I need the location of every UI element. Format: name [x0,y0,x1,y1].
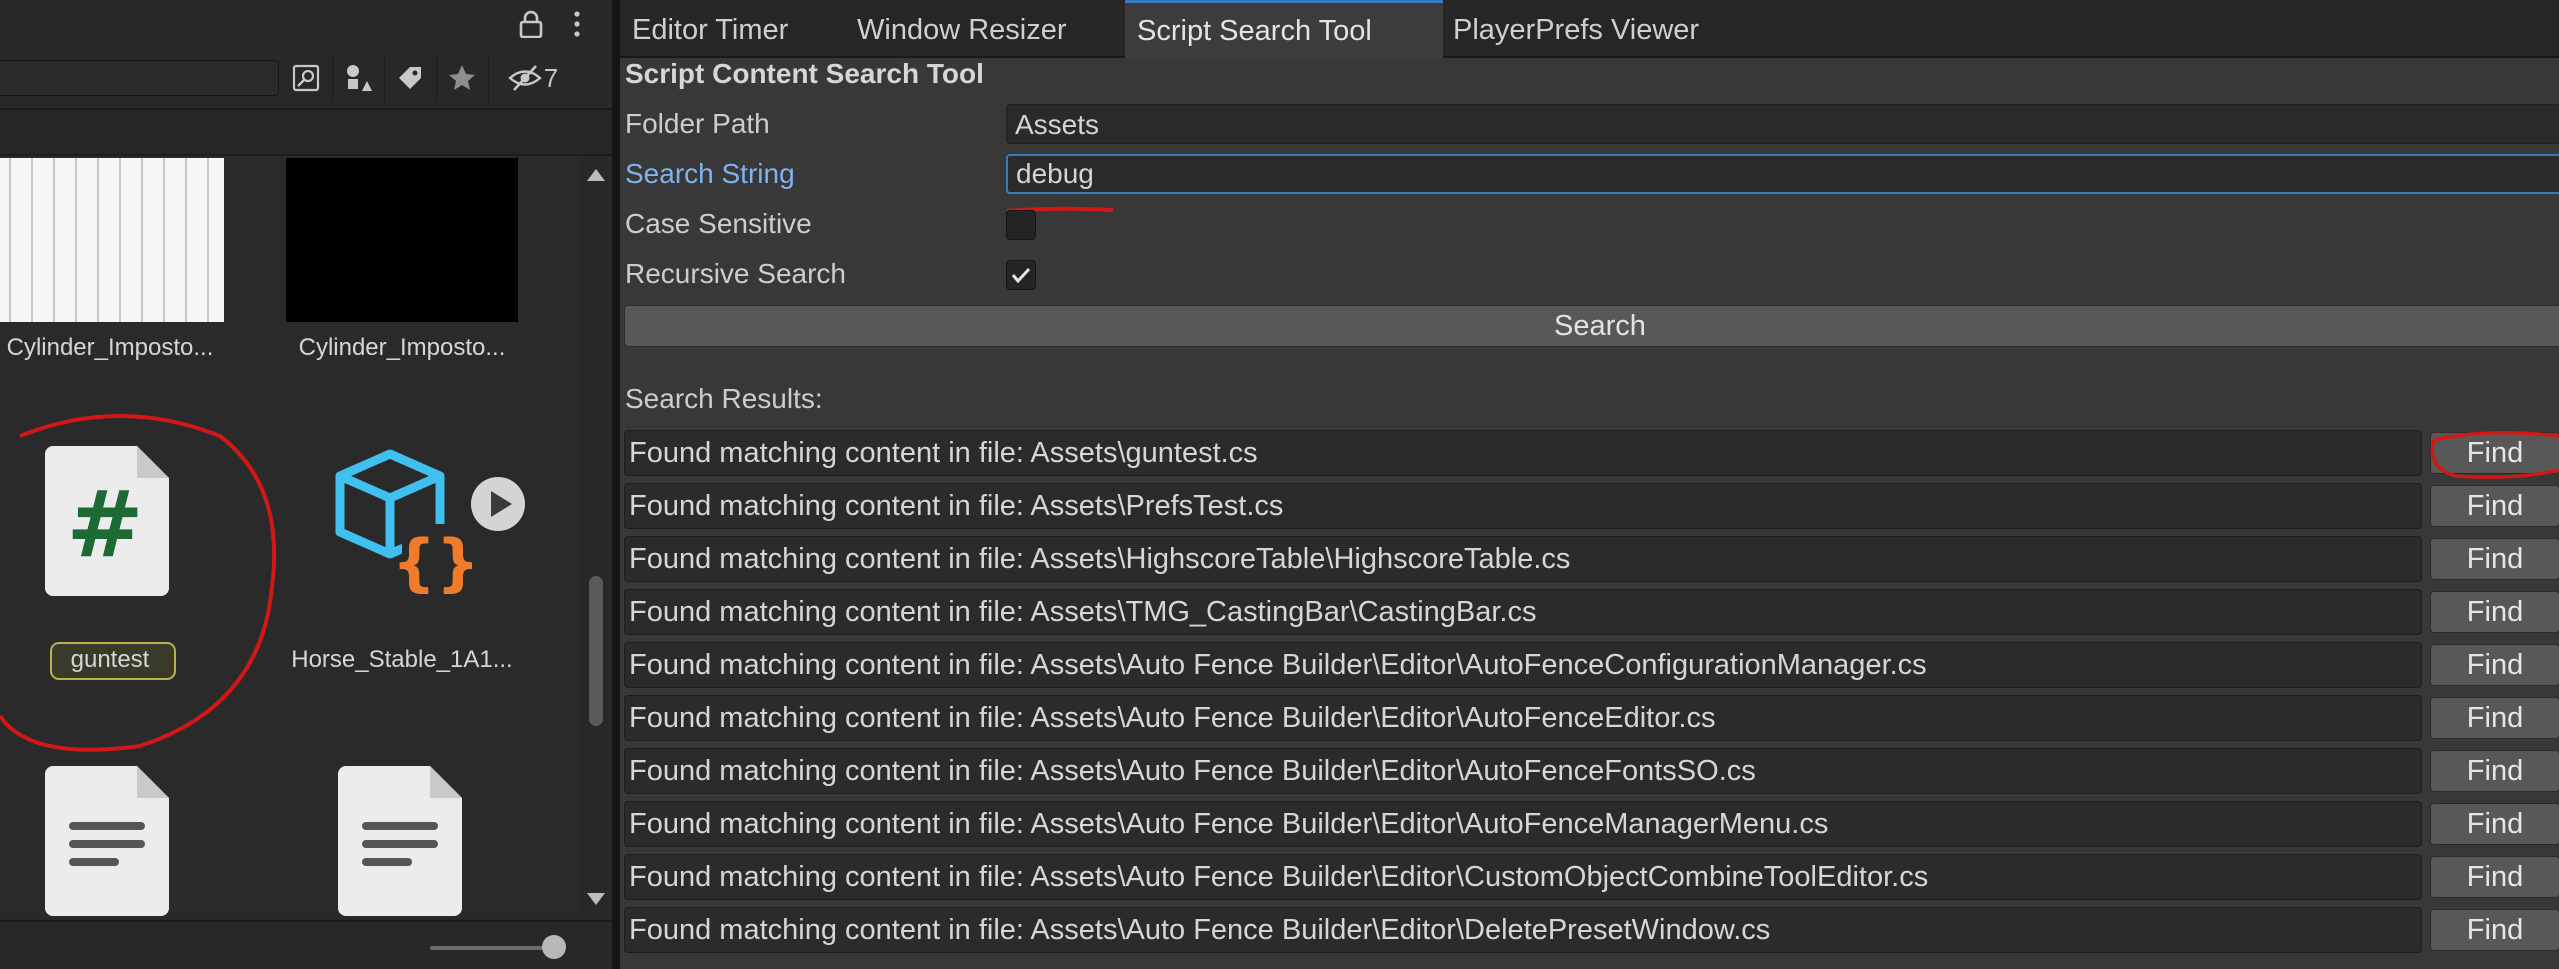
search-window-icon [292,64,320,92]
eye-slash-icon [507,65,542,91]
folder-path-label: Folder Path [625,108,770,139]
panel-divider[interactable] [612,0,620,969]
filter-by-type-button[interactable] [332,54,385,102]
tab-window-resizer[interactable]: Window Resizer [845,0,1079,56]
play-icon[interactable] [470,476,526,532]
text-document-icon [45,766,169,916]
result-row: Found matching content in file: Assets\A… [624,801,2559,847]
project-toolbar: 7 [0,50,612,110]
checkmark-icon [1011,267,1031,284]
impostor-normal-thumbnail [286,158,518,322]
icon-size-slider[interactable] [430,946,552,950]
asset-label: Horse_Stable_1A1... [291,646,513,673]
find-button[interactable]: Find [2430,697,2559,739]
result-text: Found matching content in file: Assets\A… [624,642,2422,688]
asset-tile[interactable]: {} Horse_Stable_1A1... [272,446,532,696]
asset-grid: Cylinder_Imposto... Cylinder_Imposto... … [0,156,580,918]
result-text: Found matching content in file: Assets\A… [624,748,2422,794]
find-button[interactable]: Find [2430,485,2559,527]
search-string-label: Search String [625,158,795,189]
find-button[interactable]: Find [2430,591,2559,633]
find-button[interactable]: Find [2430,750,2559,792]
folder-path-field[interactable]: Assets [1006,104,2559,144]
impostor-texture-thumbnail [0,158,224,322]
asset-tile[interactable]: Cylinder_Imposto... [0,156,240,406]
hidden-packages-button[interactable]: 7 [488,54,578,102]
tab-bar: Editor Timer Window Resizer Script Searc… [620,0,2559,59]
result-text: Found matching content in file: Assets\A… [624,854,2422,900]
result-text: Found matching content in file: Assets\A… [624,801,2422,847]
result-row: Found matching content in file: Assets\g… [624,430,2559,476]
find-button[interactable]: Find [2430,803,2559,845]
result-row: Found matching content in file: Assets\A… [624,642,2559,688]
scroll-up-icon[interactable] [586,168,606,182]
project-panel-header [0,0,612,48]
tag-icon [399,67,421,89]
recursive-search-label: Recursive Search [625,258,846,289]
case-sensitive-checkbox[interactable] [1006,210,1036,240]
find-button[interactable]: Find [2430,432,2559,474]
icon-size-slider-handle[interactable] [542,935,566,959]
result-row: Found matching content in file: Assets\P… [624,483,2559,529]
search-string-field[interactable]: debug [1006,154,2559,194]
project-search-input[interactable] [0,60,279,96]
result-row: Found matching content in file: Assets\A… [624,854,2559,900]
asset-label: Cylinder_Imposto... [298,334,506,361]
tab-script-search-tool[interactable]: Script Search Tool [1125,0,1443,59]
breadcrumb [0,110,612,156]
result-text: Found matching content in file: Assets\T… [624,589,2422,635]
project-panel: 7 Cylinder_Imposto... Cylinder_Imposto..… [0,0,612,969]
result-row: Found matching content in file: Assets\T… [624,589,2559,635]
asset-tile-guntest[interactable]: # guntest [0,446,240,696]
case-sensitive-label: Case Sensitive [625,208,812,239]
more-options-icon[interactable] [570,10,584,38]
scroll-down-icon[interactable] [586,892,606,906]
favorites-button[interactable] [436,54,489,102]
lock-icon[interactable] [518,10,544,38]
find-button[interactable]: Find [2430,538,2559,580]
filter-by-label-button[interactable] [384,54,437,102]
result-row: Found matching content in file: Assets\A… [624,907,2559,953]
hidden-count: 7 [543,62,559,93]
project-footer [0,920,612,969]
json-cube-icon: {} [335,449,472,596]
recursive-search-checkbox[interactable] [1006,260,1036,290]
tab-playerprefs-viewer[interactable]: PlayerPrefs Viewer [1441,0,1711,56]
text-document-icon [338,766,462,916]
asset-tile[interactable]: Cylinder_Imposto... [272,156,532,406]
search-button[interactable]: Search [624,305,2559,347]
result-text: Found matching content in file: Assets\A… [624,695,2422,741]
find-button[interactable]: Find [2430,909,2559,951]
result-text: Found matching content in file: Assets\A… [624,907,2422,953]
result-row: Found matching content in file: Assets\A… [624,748,2559,794]
result-text: Found matching content in file: Assets\H… [624,536,2422,582]
csharp-script-icon: # [45,446,169,596]
tool-title: Script Content Search Tool [625,58,984,89]
editor-window: Editor Timer Window Resizer Script Searc… [620,0,2559,969]
asset-grid-scrollbar[interactable] [580,156,612,918]
svg-text:{}: {} [392,526,472,596]
asset-label: guntest [70,646,150,673]
search-results-label: Search Results: [625,383,823,414]
find-button[interactable]: Find [2430,856,2559,898]
find-button[interactable]: Find [2430,644,2559,686]
result-text: Found matching content in file: Assets\P… [624,483,2422,529]
shapes-icon [347,65,372,91]
svg-text:#: # [66,471,143,578]
star-icon [449,65,475,90]
search-by-type-button[interactable] [280,54,333,102]
result-row: Found matching content in file: Assets\H… [624,536,2559,582]
scroll-thumb[interactable] [589,576,603,726]
asset-label: Cylinder_Imposto... [6,334,214,361]
result-text: Found matching content in file: Assets\g… [624,430,2422,476]
result-row: Found matching content in file: Assets\A… [624,695,2559,741]
tab-editor-timer[interactable]: Editor Timer [620,0,800,56]
